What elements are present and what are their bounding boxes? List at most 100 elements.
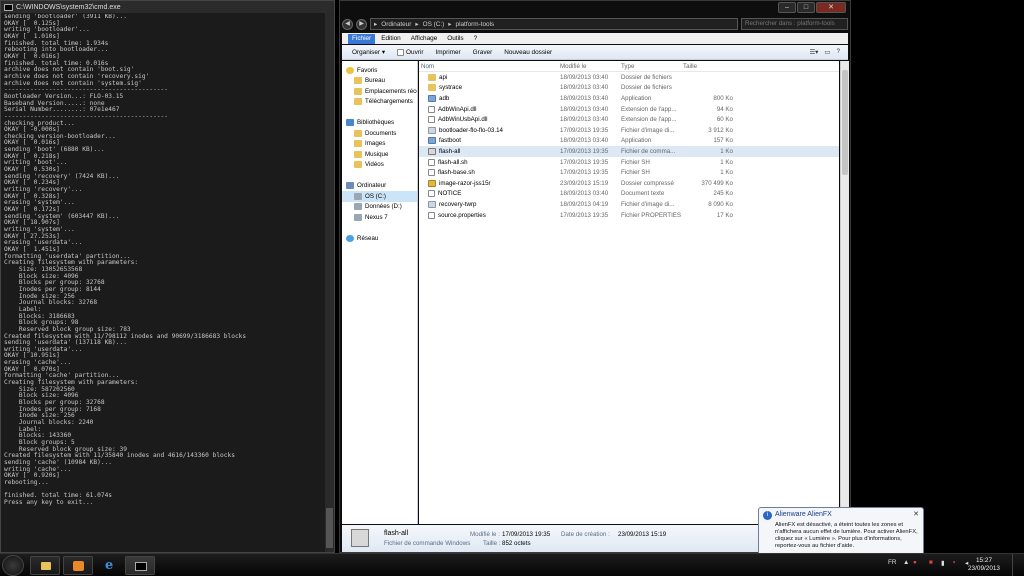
- taskbar-ie-button[interactable]: e: [96, 556, 126, 575]
- file-row[interactable]: api 18/09/2013 03:40 Dossier de fichiers: [419, 72, 839, 83]
- breadcrumb-ordinateur[interactable]: Ordinateur: [381, 21, 411, 28]
- details-modified-label: Modifié le :: [470, 531, 500, 538]
- new-folder-button[interactable]: Nouveau dossier: [504, 49, 552, 56]
- file-type: Fichier d'image di...: [621, 200, 675, 208]
- file-row[interactable]: systrace 18/09/2013 03:40 Dossier de fichi…: [419, 83, 839, 94]
- menu-help[interactable]: ?: [470, 34, 482, 44]
- nav-item[interactable]: Données (D:): [342, 202, 417, 213]
- notification-balloon[interactable]: i Alienware AlienFX ✕ AlienFX est désact…: [758, 507, 924, 559]
- file-scrollbar[interactable]: [840, 61, 849, 524]
- menu-outils[interactable]: Outils: [443, 34, 467, 44]
- file-row[interactable]: flash-all.sh 17/09/2013 19:35 Fichier SH 1 …: [419, 157, 839, 168]
- language-indicator[interactable]: FR: [888, 559, 897, 566]
- start-button[interactable]: [2, 555, 24, 576]
- help-icon[interactable]: ?: [836, 48, 840, 56]
- file-date: 23/09/2013 15:19: [560, 179, 609, 187]
- search-input[interactable]: Rechercher dans : platform-tools: [741, 18, 848, 30]
- column-date[interactable]: Modifié le: [560, 63, 621, 70]
- nav-item[interactable]: Documents: [342, 128, 417, 139]
- file-row[interactable]: AdbWinUsbApi.dll 18/09/2013 03:40 Extensio…: [419, 114, 839, 125]
- folder-icon: [354, 140, 362, 148]
- notification-close-icon[interactable]: ✕: [913, 510, 919, 518]
- burn-button[interactable]: Graver: [473, 49, 493, 56]
- clock-time: 15:27: [976, 557, 992, 564]
- menu-fichier[interactable]: Fichier: [348, 33, 376, 44]
- file-row[interactable]: NOTICE 18/09/2013 03:40 Document texte 245 …: [419, 189, 839, 200]
- nav-item[interactable]: Favoris: [342, 65, 417, 76]
- file-row[interactable]: adb 18/09/2013 03:40 Application 800 Ko: [419, 93, 839, 104]
- cmd-scroll-thumb[interactable]: [326, 508, 333, 548]
- file-row[interactable]: recovery-twrp 18/09/2013 04:19 Fichier d'i…: [419, 199, 839, 210]
- maximize-button[interactable]: □: [797, 2, 815, 13]
- details-created-value: 23/09/2013 15:19: [618, 531, 667, 538]
- organize-button[interactable]: Organiser ▾: [352, 48, 385, 56]
- file-scroll-thumb[interactable]: [842, 70, 848, 175]
- file-row[interactable]: image-razor-jss15r 23/09/2013 15:19 Dossie…: [419, 178, 839, 189]
- back-icon[interactable]: ◀: [342, 18, 353, 30]
- show-desktop-button[interactable]: [1012, 554, 1024, 576]
- cmd-scrollbar[interactable]: [325, 13, 334, 552]
- breadcrumb-drive[interactable]: OS (C:): [423, 21, 445, 28]
- file-name: source.properties: [438, 211, 486, 219]
- nav-item[interactable]: Vidéos: [342, 160, 417, 171]
- nav-item[interactable]: Emplacements récents: [342, 86, 417, 97]
- file-row[interactable]: flash-base.sh 17/09/2013 19:35 Fichier SH 1…: [419, 167, 839, 178]
- open-button[interactable]: Ouvrir: [397, 48, 423, 56]
- cmd-taskbar-icon: [135, 562, 147, 571]
- nav-item[interactable]: Images: [342, 139, 417, 150]
- clock[interactable]: 15:27 23/09/2013: [968, 557, 1000, 573]
- file-row[interactable]: source.properties 17/09/2013 19:35 Fichier…: [419, 210, 839, 221]
- column-name[interactable]: Nom: [419, 63, 560, 70]
- menu-edition[interactable]: Edition: [377, 34, 405, 44]
- file-row[interactable]: flash-all 17/09/2013 19:35 Fichier de comm…: [419, 146, 839, 157]
- cmd-window[interactable]: C:\WINDOWS\system32\cmd.exe sending 'boo…: [0, 0, 335, 553]
- forward-icon[interactable]: ▶: [356, 18, 367, 30]
- doc-file-icon: [428, 105, 435, 113]
- nav-item[interactable]: OS (C:): [342, 191, 417, 202]
- file-date: 18/09/2013 03:40: [560, 137, 609, 145]
- console-line: Journal blocks: 32768: [4, 299, 98, 307]
- address-bar[interactable]: ▸ Ordinateur ▸ OS (C:) ▸ platform-tools: [370, 18, 738, 30]
- file-row[interactable]: fastboot 18/09/2013 03:40 Application 157 K…: [419, 136, 839, 147]
- file-type: Dossier compressé: [621, 179, 674, 187]
- nav-item[interactable]: Bibliothèques: [342, 118, 417, 129]
- file-name-cell: flash-all.sh: [419, 158, 560, 166]
- file-date: 17/09/2013 19:35: [560, 169, 609, 177]
- file-type: Extension de l'app...: [621, 105, 677, 113]
- column-type[interactable]: Type: [621, 63, 681, 70]
- preview-pane-icon[interactable]: ▭: [824, 48, 830, 56]
- column-size[interactable]: Taille: [681, 63, 733, 70]
- nav-item[interactable]: Réseau: [342, 233, 417, 244]
- breadcrumb-folder[interactable]: platform-tools: [456, 21, 495, 28]
- file-name-cell: NOTICE: [419, 190, 560, 198]
- folder-file-icon: [428, 73, 436, 81]
- network-tray-icon[interactable]: ▮: [941, 559, 945, 567]
- close-button[interactable]: ✕: [816, 2, 846, 13]
- view-options-icon[interactable]: ☰▾: [809, 48, 818, 56]
- file-list-header: Nom Modifié le Type Taille: [419, 61, 839, 72]
- nav-item[interactable]: Ordinateur: [342, 181, 417, 192]
- taskbar-explorer-button[interactable]: [30, 556, 60, 575]
- explorer-window[interactable]: – □ ✕ ◀ ▶ ▸ Ordinateur ▸ OS (C:) ▸ platfor…: [339, 0, 851, 553]
- flag-tray-icon[interactable]: ■: [929, 559, 933, 566]
- minimize-button[interactable]: –: [778, 2, 796, 13]
- nav-item[interactable]: Musique: [342, 149, 417, 160]
- file-size: 370 499 Ko: [701, 179, 733, 187]
- taskbar-media-player-button[interactable]: [63, 556, 93, 575]
- alienfx-tray-icon[interactable]: ●: [913, 559, 917, 566]
- menu-affichage[interactable]: Affichage: [407, 34, 442, 44]
- file-size: 245 Ko: [713, 190, 733, 198]
- nav-item[interactable]: Nexus 7: [342, 212, 417, 223]
- explorer-titlebar[interactable]: – □ ✕: [340, 1, 850, 18]
- nav-item[interactable]: Bureau: [342, 76, 417, 87]
- file-date: 18/09/2013 03:40: [560, 73, 609, 81]
- print-button[interactable]: Imprimer: [435, 49, 460, 56]
- nav-item[interactable]: Téléchargements: [342, 97, 417, 108]
- file-type: Dossier de fichiers: [621, 84, 672, 92]
- show-hidden-icons-icon[interactable]: ▲: [903, 559, 909, 566]
- power-tray-icon[interactable]: ▪: [953, 559, 955, 566]
- file-row[interactable]: bootloader-flo-flo-03.14 17/09/2013 19:35…: [419, 125, 839, 136]
- cmd-titlebar[interactable]: C:\WINDOWS\system32\cmd.exe: [1, 1, 334, 13]
- taskbar-cmd-button[interactable]: [125, 556, 155, 575]
- file-row[interactable]: AdbWinApi.dll 18/09/2013 03:40 Extension d…: [419, 104, 839, 115]
